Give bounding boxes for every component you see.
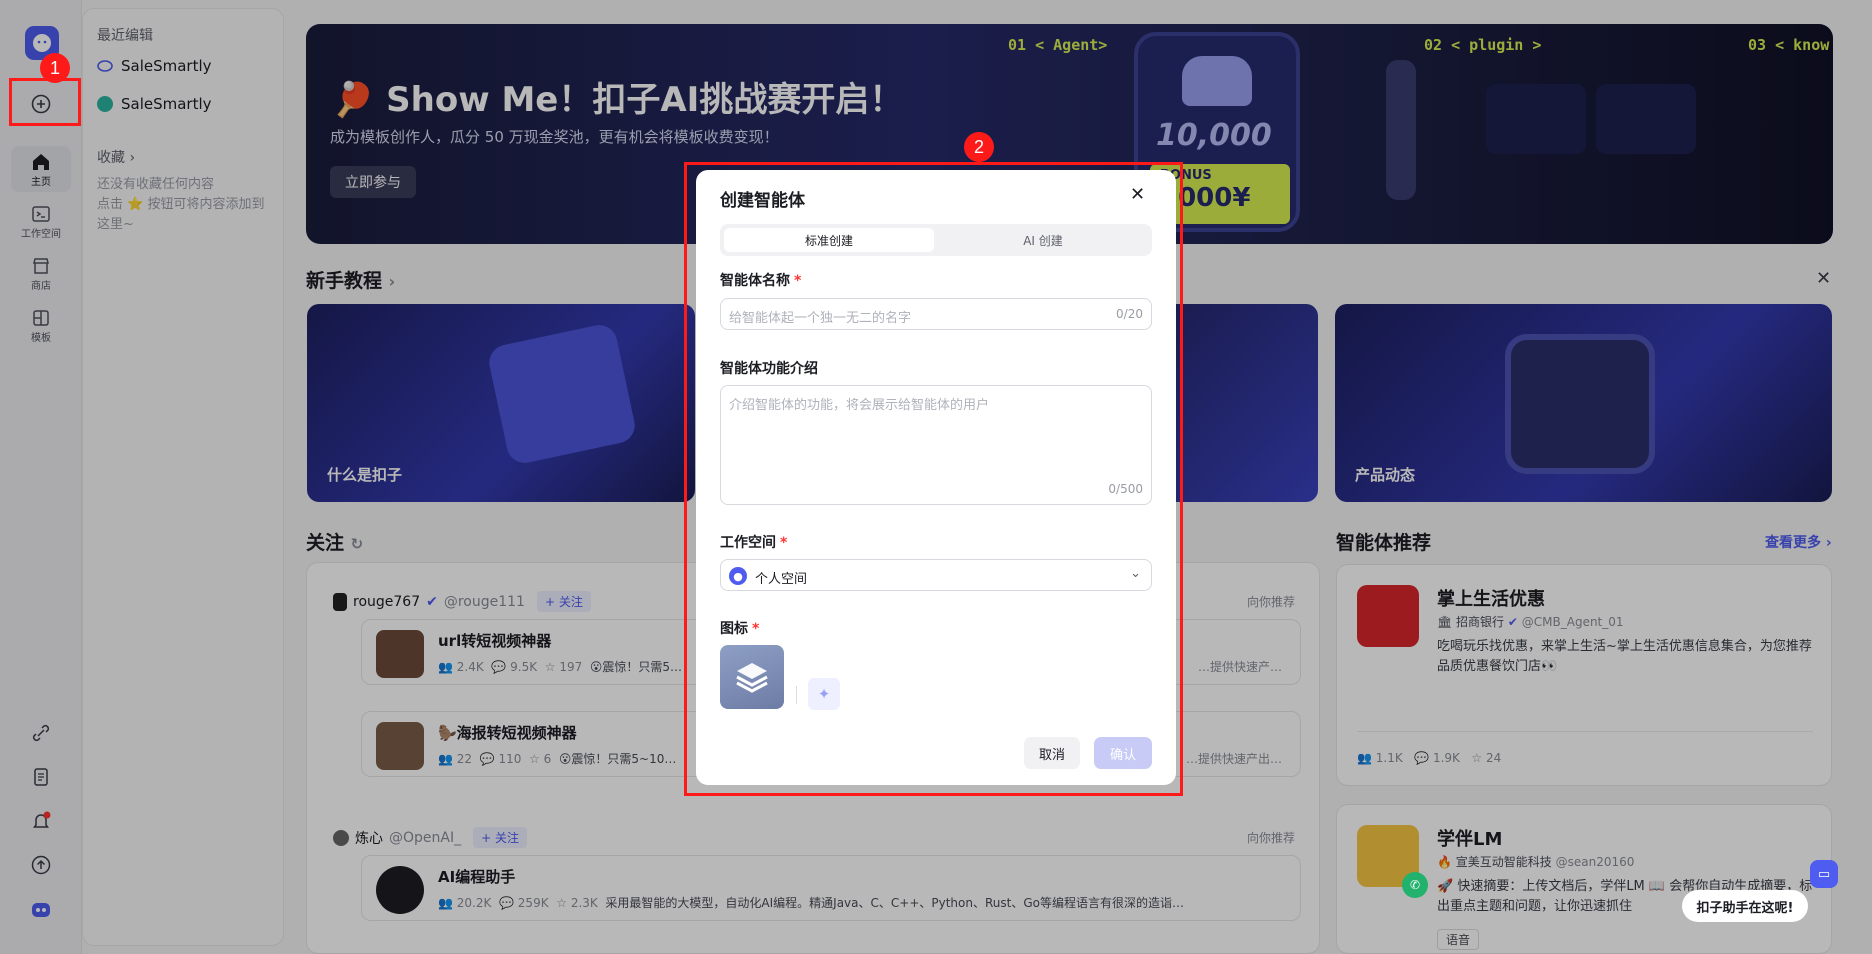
phone-icon[interactable]: ✆ [1402,872,1428,898]
workspace-label-text: 工作空间 [720,535,776,551]
ai-generate-icon-button[interactable]: ✦ [808,678,840,710]
required-mark: * [752,621,760,637]
chat-bubble-icon: ▭ [1817,866,1831,882]
layers-icon [736,663,768,693]
divider [796,686,797,704]
required-mark: * [794,273,802,289]
workspace-select[interactable]: ● 个人空间 ⌄ [720,559,1152,591]
agent-desc-textarea[interactable]: 介绍智能体的功能，将会展示给智能体的用户 0/500 [720,385,1152,505]
name-label: 智能体名称 * [720,270,801,290]
desc-label-text: 智能体功能介绍 [720,361,818,377]
sparkle-icon: ✦ [817,685,831,703]
name-char-count: 0/20 [1116,307,1143,321]
workspace-value: 个人空间 [755,572,808,587]
confirm-button[interactable]: 确认 [1094,737,1152,769]
desc-placeholder: 介绍智能体的功能，将会展示给智能体的用户 [729,398,990,413]
icon-label: 图标 * [720,618,759,638]
agent-icon-preview[interactable] [720,645,784,709]
highlight-box [9,78,81,126]
desc-char-count: 0/500 [1108,482,1143,496]
agent-name-input[interactable]: 给智能体起一个独一无二的名字 0/20 [720,298,1152,330]
name-placeholder: 给智能体起一个独一无二的名字 [729,311,912,326]
cancel-button[interactable]: 取消 [1024,737,1080,769]
chat-support-button[interactable]: ▭ [1810,860,1838,888]
required-mark: * [780,535,788,551]
assistant-bubble[interactable]: 扣子助手在这呢! [1682,890,1808,922]
tab-standard-create[interactable]: 标准创建 [724,228,934,252]
icon-label-text: 图标 [720,621,748,637]
tab-ai-create[interactable]: AI 创建 [938,228,1148,252]
dialog-title: 创建智能体 [720,191,805,211]
create-mode-tabs: 标准创建 AI 创建 [720,224,1152,256]
step-badge: 2 [964,132,994,162]
name-label-text: 智能体名称 [720,273,790,289]
chevron-down-icon: ⌄ [1130,566,1141,581]
desc-label: 智能体功能介绍 [720,358,818,378]
create-agent-dialog: 创建智能体 ✕ 标准创建 AI 创建 智能体名称 * 给智能体起一个独一无二的名字… [696,170,1176,785]
user-icon: ● [729,567,747,585]
step-badge: 1 [40,53,70,83]
workspace-label: 工作空间 * [720,532,787,552]
close-icon[interactable]: ✕ [1130,184,1145,205]
